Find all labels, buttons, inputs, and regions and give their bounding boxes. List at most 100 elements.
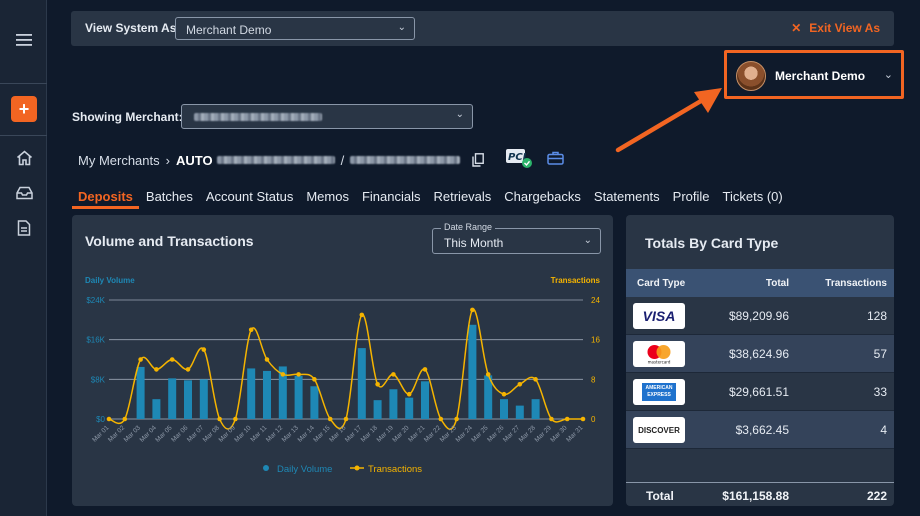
transactions-point [185, 367, 191, 372]
table-footer: Total $161,158.88 222 [626, 482, 894, 506]
transactions-point [154, 367, 159, 372]
transactions-point [233, 416, 238, 422]
left-rail: + [0, 0, 47, 516]
redacted-merchant-name [194, 113, 322, 121]
document-icon[interactable] [11, 215, 37, 241]
x-tick-label: Mar 10 [233, 424, 253, 444]
hamburger-menu-icon[interactable] [11, 27, 37, 53]
mastercard-logo-icon: mastercard [633, 341, 685, 367]
transactions-point [201, 347, 207, 352]
chevron-right-icon: › [165, 152, 170, 168]
transactions-point [106, 416, 112, 422]
transactions-point [391, 372, 396, 377]
volume-transactions-card: Volume and Transactions Date Range This … [72, 215, 613, 506]
tab-bar: Deposits Batches Account Status Memos Fi… [72, 185, 790, 209]
inbox-icon[interactable] [11, 180, 37, 206]
user-menu[interactable]: Merchant Demo ⌄ [724, 50, 904, 99]
transactions-point [217, 416, 222, 422]
view-as-value: Merchant Demo [186, 23, 272, 37]
footer-total: $161,158.88 [722, 489, 789, 503]
y-tick-right: 8 [591, 375, 596, 384]
copy-icon[interactable] [472, 153, 485, 167]
briefcase-icon[interactable] [547, 151, 564, 165]
table-header: Card Type Total Transactions [626, 269, 894, 297]
y-axis-left-title: Daily Volume [85, 276, 135, 285]
y-tick-left: $16K [86, 336, 105, 345]
chart-bar [247, 368, 256, 419]
chart-bar [136, 366, 145, 419]
transactions-point [343, 416, 349, 422]
visa-logo-icon: VISA [633, 303, 685, 329]
y-tick-right: 0 [591, 415, 596, 424]
chart-bar [500, 399, 508, 419]
view-as-select[interactable]: Merchant Demo ⌄ [175, 17, 415, 40]
transactions-point [138, 357, 143, 362]
view-as-bar: View System As: Merchant Demo ⌄ ✕ Exit Vi… [71, 11, 894, 46]
close-icon: ✕ [791, 21, 802, 35]
table-row: DISCOVER $3,662.45 4 [626, 411, 894, 449]
y-tick-left: $8K [91, 375, 106, 384]
tab-tickets[interactable]: Tickets (0) [717, 185, 789, 209]
home-icon[interactable] [11, 145, 37, 171]
showing-merchant-label: Showing Merchant: [72, 110, 183, 124]
y-tick-right: 24 [591, 296, 600, 305]
chart-bar [199, 379, 208, 419]
transactions-point [533, 377, 538, 382]
breadcrumb-merchant-prefix: AUTO [175, 152, 213, 168]
add-button[interactable]: + [11, 96, 37, 122]
pci-compliant-icon: PCI [506, 149, 532, 168]
column-total: Total [765, 278, 789, 289]
legend-daily-volume-label: Daily Volume [277, 464, 332, 475]
chart-bar [168, 378, 177, 419]
breadcrumb: My Merchants › AUTO / [78, 150, 485, 170]
footer-label: Total [646, 489, 674, 503]
tab-statements[interactable]: Statements [588, 185, 666, 209]
y-tick-right: 16 [591, 336, 600, 345]
exit-view-as-button[interactable]: ✕ Exit View As [791, 21, 880, 35]
transactions-point [327, 416, 333, 422]
chart-bar [421, 381, 429, 419]
tab-financials[interactable]: Financials [356, 185, 427, 209]
avatar [736, 61, 766, 91]
exit-view-as-label: Exit View As [809, 21, 880, 35]
chevron-down-icon: ⌄ [397, 22, 406, 33]
row-total: $38,624.96 [728, 347, 789, 361]
chart-bar [389, 389, 398, 419]
view-as-label: View System As: [85, 21, 181, 35]
transactions-point [406, 391, 412, 397]
tab-profile[interactable]: Profile [667, 185, 716, 209]
totals-title: Totals By Card Type [645, 235, 779, 251]
transactions-point [564, 416, 570, 422]
transactions-point [264, 357, 270, 362]
chart-bar [531, 399, 540, 419]
row-transactions: 57 [873, 347, 887, 361]
transactions-point [517, 381, 523, 387]
tab-batches[interactable]: Batches [140, 185, 199, 209]
chart-bar [468, 324, 477, 419]
breadcrumb-my-merchants[interactable]: My Merchants [78, 153, 160, 168]
transactions-point [248, 327, 254, 333]
transactions-point [122, 416, 128, 422]
column-transactions: Transactions [825, 278, 887, 289]
row-total: $89,209.96 [728, 309, 789, 323]
footer-transactions: 222 [866, 489, 887, 503]
svg-text:mastercard: mastercard [648, 360, 671, 365]
tab-retrievals[interactable]: Retrievals [428, 185, 498, 209]
table-row: AMERICAN EXPRESS $29,661.51 33 [626, 373, 894, 411]
row-transactions: 4 [880, 423, 887, 437]
legend-transactions-marker [354, 465, 360, 471]
legend-transactions-label: Transactions [368, 464, 422, 475]
transactions-point [438, 416, 444, 422]
tab-chargebacks[interactable]: Chargebacks [498, 185, 587, 209]
app: + View System As: Merchant Demo ⌄ ✕ Exit … [0, 0, 920, 516]
tab-memos[interactable]: Memos [300, 185, 355, 209]
y-tick-left: $24K [86, 296, 105, 305]
tab-deposits[interactable]: Deposits [72, 185, 139, 209]
row-total: $3,662.45 [735, 423, 789, 437]
row-transactions: 33 [873, 385, 887, 399]
tab-account-status[interactable]: Account Status [200, 185, 299, 209]
legend-daily-volume-marker [263, 465, 269, 471]
chart-bar [515, 405, 524, 419]
table-row: VISA $89,209.96 128 [626, 297, 894, 335]
merchant-select[interactable]: ⌄ [181, 104, 473, 129]
